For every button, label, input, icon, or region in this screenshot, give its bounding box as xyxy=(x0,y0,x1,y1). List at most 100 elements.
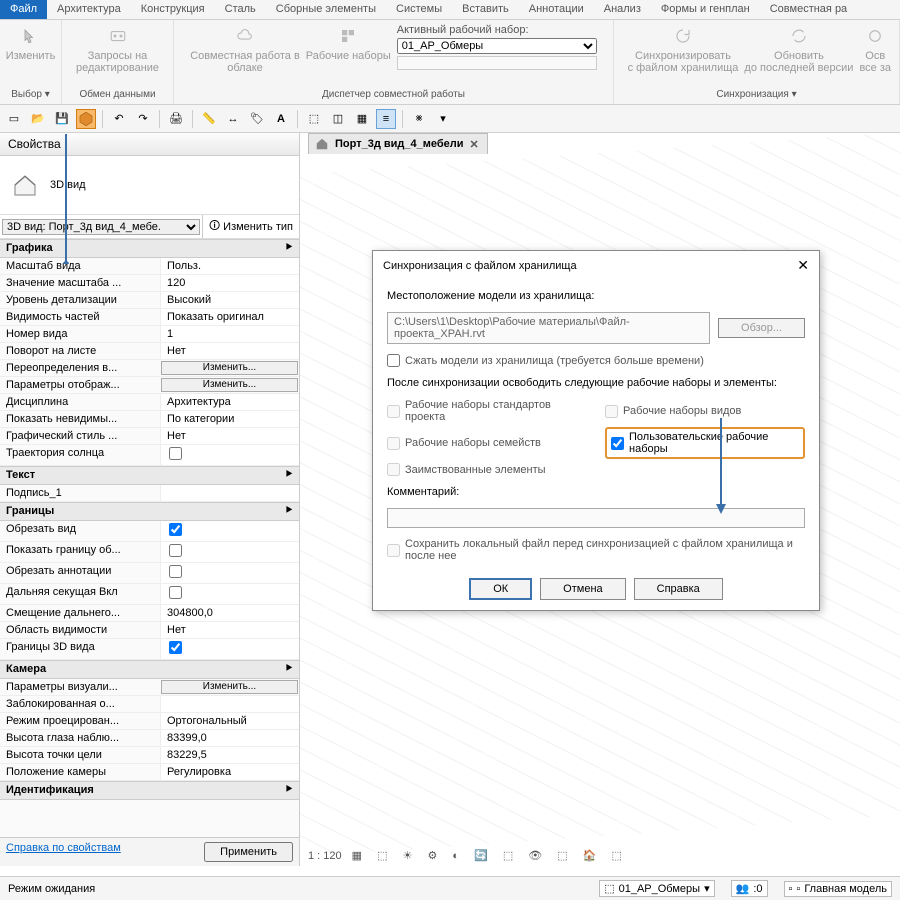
prop-name: Дальняя секущая Вкл xyxy=(0,584,160,604)
dimension-icon[interactable]: ↔ xyxy=(223,109,243,129)
help-button[interactable]: Справка xyxy=(634,578,723,600)
view-scale[interactable]: 1 : 120 xyxy=(308,850,342,862)
prop-value[interactable]: Высокий xyxy=(160,292,299,308)
status-requests[interactable]: 👥:0 xyxy=(731,880,768,897)
prop-value[interactable]: 304800,0 xyxy=(160,605,299,621)
new-icon[interactable]: ▭ xyxy=(4,109,24,129)
prop-checkbox[interactable] xyxy=(160,584,299,604)
editing-requests[interactable]: Запросы на редактирование xyxy=(76,24,159,74)
view-icons[interactable]: ▦ ⬚ ☀ ⚙ ◐ 🔄 ⬚ 👁 ⬚ 🏠 ⬚ xyxy=(352,849,628,862)
prop-checkbox[interactable] xyxy=(160,445,299,465)
switch-windows-icon[interactable]: ▾ xyxy=(433,109,453,129)
status-workset[interactable]: ⬚01_АР_Обмеры▾ xyxy=(599,880,714,897)
ok-button[interactable]: ОК xyxy=(469,578,532,600)
menu-сборные элементы[interactable]: Сборные элементы xyxy=(266,0,386,19)
prop-edit-button[interactable]: Изменить... xyxy=(161,378,298,392)
redo-icon[interactable]: ↷ xyxy=(133,109,153,129)
cloud-collab[interactable]: Совместная работа в облаке xyxy=(190,24,300,74)
measure-icon[interactable]: 📏 xyxy=(199,109,219,129)
properties-help-link[interactable]: Справка по свойствам xyxy=(6,842,121,862)
prop-row: Параметры визуали...Изменить... xyxy=(0,679,299,696)
cancel-button[interactable]: Отмена xyxy=(540,578,625,600)
prop-value[interactable] xyxy=(160,485,299,501)
prop-value[interactable]: Нет xyxy=(160,428,299,444)
close-icon[interactable]: ✕ xyxy=(797,257,809,274)
cb-save-local[interactable]: Сохранить локальный файл перед синхрониз… xyxy=(387,538,805,562)
sync-with-central[interactable]: Синхронизировать с файлом хранилища xyxy=(628,24,739,74)
prop-value[interactable]: 1 xyxy=(160,326,299,342)
reload-latest[interactable]: Обновить до последней версии xyxy=(744,24,853,74)
browse-button[interactable]: Обзор... xyxy=(718,318,805,338)
cb-user-worksets[interactable]: Пользовательские рабочие наборы xyxy=(605,427,805,459)
menu-файл[interactable]: Файл xyxy=(0,0,47,19)
prop-name: Показать невидимы... xyxy=(0,411,160,427)
prop-row: Обрезать вид xyxy=(0,521,299,542)
worksets-btn[interactable]: Рабочие наборы xyxy=(306,24,391,74)
prop-value[interactable] xyxy=(160,696,299,712)
menu-совместная ра[interactable]: Совместная ра xyxy=(760,0,857,19)
close-hidden-icon[interactable]: ⨳ xyxy=(409,109,429,129)
apply-button[interactable]: Применить xyxy=(204,842,293,862)
prop-value[interactable]: Показать оригинал xyxy=(160,309,299,325)
prop-value[interactable]: Регулировка xyxy=(160,764,299,780)
menu-архитектура[interactable]: Архитектура xyxy=(47,0,131,19)
close-icon[interactable]: ✕ xyxy=(470,138,479,151)
prop-value[interactable]: По категории xyxy=(160,411,299,427)
prop-value[interactable]: 83229,5 xyxy=(160,747,299,763)
active-workset-select[interactable]: 01_АР_Обмеры xyxy=(397,38,597,54)
prop-checkbox[interactable] xyxy=(160,521,299,541)
prop-group[interactable]: Камера⯈ xyxy=(0,660,299,679)
prop-value[interactable]: Ортогональный xyxy=(160,713,299,729)
prop-row: Траектория солнца xyxy=(0,445,299,466)
tag-icon[interactable]: 🏷 xyxy=(247,109,267,129)
prop-value[interactable]: 120 xyxy=(160,275,299,291)
view-instance-select[interactable]: 3D вид: Порт_3д вид_4_мебе. xyxy=(2,219,200,235)
prop-edit-button[interactable]: Изменить... xyxy=(161,361,298,375)
sync-icon[interactable] xyxy=(76,109,96,129)
menu-системы[interactable]: Системы xyxy=(386,0,452,19)
undo-icon[interactable]: ↶ xyxy=(109,109,129,129)
prop-value[interactable]: Нет xyxy=(160,622,299,638)
prop-group[interactable]: Текст⯈ xyxy=(0,466,299,485)
prop-value[interactable]: Нет xyxy=(160,343,299,359)
status-model[interactable]: ▫▫Главная модель xyxy=(784,881,893,897)
prop-group[interactable]: Границы⯈ xyxy=(0,502,299,521)
cb-family-worksets[interactable]: Рабочие наборы семейств xyxy=(387,427,587,459)
prop-edit-button[interactable]: Изменить... xyxy=(161,680,298,694)
prop-value[interactable]: Польз. xyxy=(160,258,299,274)
plan-icon[interactable]: ▦ xyxy=(352,109,372,129)
menu-аннотации[interactable]: Аннотации xyxy=(519,0,594,19)
cb-borrowed[interactable]: Заимствованные элементы xyxy=(387,463,587,476)
print-icon[interactable]: 🖨 xyxy=(166,109,186,129)
prop-checkbox[interactable] xyxy=(160,639,299,659)
thin-lines-icon[interactable]: ≡ xyxy=(376,109,396,129)
prop-name: Уровень детализации xyxy=(0,292,160,308)
menu-сталь[interactable]: Сталь xyxy=(215,0,266,19)
prop-checkbox[interactable] xyxy=(160,563,299,583)
relinquish[interactable]: Осв все за xyxy=(859,24,891,74)
prop-group[interactable]: Графика⯈ xyxy=(0,239,299,258)
prop-group[interactable]: Идентификация⯈ xyxy=(0,781,299,800)
prop-value[interactable]: 83399,0 xyxy=(160,730,299,746)
type-selector[interactable]: 3D вид xyxy=(0,156,299,215)
comment-input[interactable] xyxy=(387,508,805,528)
save-icon[interactable]: 💾 xyxy=(52,109,72,129)
3d-icon[interactable]: ⬚ xyxy=(304,109,324,129)
menu-конструкция[interactable]: Конструкция xyxy=(131,0,215,19)
prop-name: Границы 3D вида xyxy=(0,639,160,659)
text-icon[interactable]: A xyxy=(271,109,291,129)
prop-value[interactable]: Архитектура xyxy=(160,394,299,410)
cb-view-worksets[interactable]: Рабочие наборы видов xyxy=(605,399,805,423)
menu-анализ[interactable]: Анализ xyxy=(594,0,651,19)
modify-tool[interactable]: Изменить xyxy=(6,24,56,62)
open-icon[interactable]: 📂 xyxy=(28,109,48,129)
document-tab[interactable]: Порт_3д вид_4_мебели ✕ xyxy=(308,133,488,154)
prop-checkbox[interactable] xyxy=(160,542,299,562)
menu-формы и генплан[interactable]: Формы и генплан xyxy=(651,0,760,19)
compact-checkbox[interactable]: Сжать модели из хранилища (требуется бол… xyxy=(387,354,805,367)
menu-вставить[interactable]: Вставить xyxy=(452,0,519,19)
ribbon: Изменить Выбор ▾ Запросы на редактирован… xyxy=(0,20,900,105)
cb-project-standards[interactable]: Рабочие наборы стандартов проекта xyxy=(387,399,587,423)
edit-type-button[interactable]: 🛈 Изменить тип xyxy=(202,215,299,238)
section-icon[interactable]: ◫ xyxy=(328,109,348,129)
